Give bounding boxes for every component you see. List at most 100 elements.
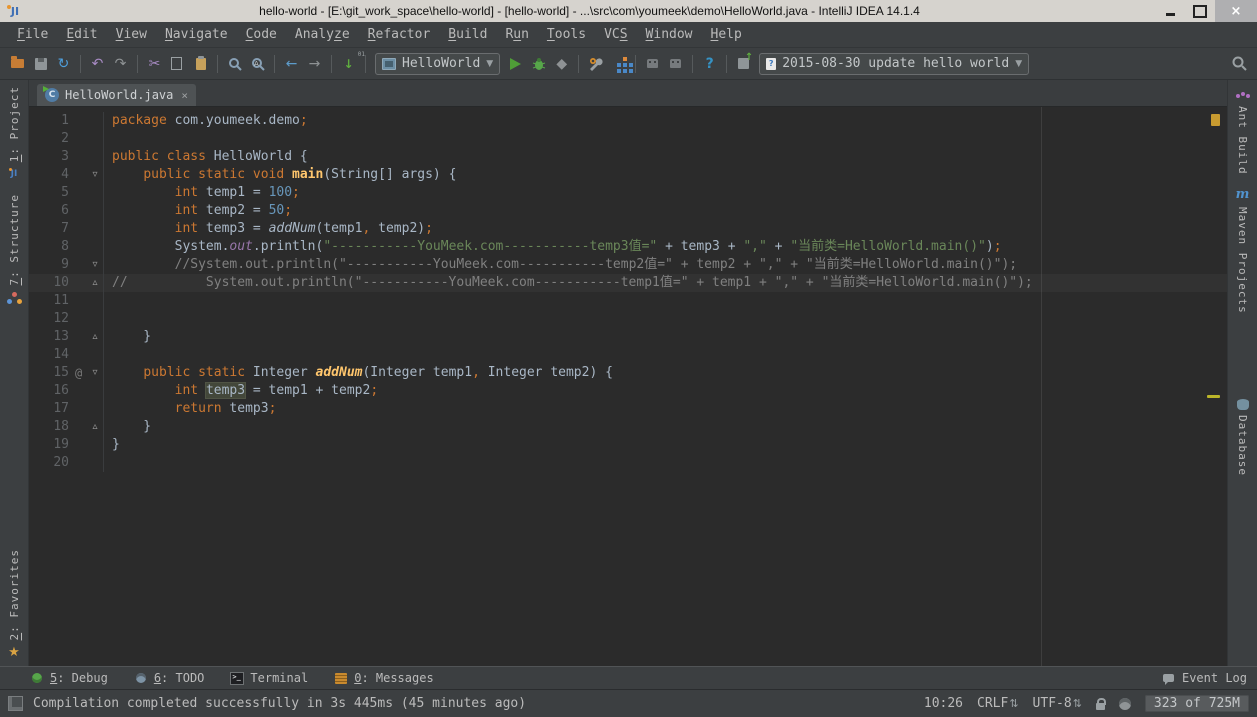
code-text[interactable]: return temp3; <box>104 400 276 418</box>
code-text[interactable] <box>104 454 112 472</box>
cut-icon[interactable]: ✂ <box>145 55 164 73</box>
commit-push-icon[interactable] <box>734 55 753 73</box>
menu-vcs[interactable]: VCS <box>595 25 636 44</box>
android-sdk-icon[interactable] <box>643 55 662 73</box>
code-text[interactable] <box>104 310 112 328</box>
replace-icon[interactable]: A <box>248 55 267 73</box>
forward-icon[interactable]: → <box>305 55 324 73</box>
code-text[interactable]: //System.out.println("-----------YouMeek… <box>104 256 1017 274</box>
undo-icon[interactable]: ↶ <box>88 55 107 73</box>
paste-icon[interactable] <box>191 55 210 73</box>
toolwindow-button-database[interactable]: Database <box>1235 389 1251 482</box>
numbered-list-icon[interactable]: ↓ <box>339 55 358 73</box>
code-text[interactable]: int temp3 = addNum(temp1, temp2); <box>104 220 433 238</box>
open-icon[interactable] <box>8 55 27 73</box>
maximize-button[interactable] <box>1185 2 1215 20</box>
menu-tools[interactable]: Tools <box>538 25 595 44</box>
fold-marker-icon[interactable]: ▿ <box>87 256 104 274</box>
stripe-warning-mark[interactable] <box>1211 114 1220 126</box>
code-text[interactable]: package com.youmeek.demo; <box>104 112 308 130</box>
fold-marker-icon[interactable]: ▿ <box>87 166 104 184</box>
close-button[interactable]: × <box>1215 0 1257 22</box>
code-text[interactable] <box>104 130 112 148</box>
code-text[interactable]: int temp1 = 100; <box>104 184 300 202</box>
toolwindow-button-7-structure[interactable]: 7: Structure <box>6 188 22 311</box>
save-all-icon[interactable] <box>31 55 50 73</box>
vcs-changelist-select[interactable]: ? 2015-08-30 update hello world ▼ <box>759 53 1029 75</box>
lock-icon[interactable] <box>1096 703 1105 710</box>
tab-close-icon[interactable]: × <box>181 89 188 102</box>
code-text[interactable] <box>104 346 112 364</box>
android-device-monitor-icon[interactable] <box>666 55 685 73</box>
fold-marker-icon[interactable]: ▵ <box>87 418 104 436</box>
minimize-button[interactable] <box>1155 2 1185 20</box>
title-bar: JI hello-world - [E:\git_work_space\hell… <box>0 0 1257 22</box>
run-icon[interactable] <box>506 55 525 73</box>
menu-run[interactable]: Run <box>496 25 537 44</box>
memory-indicator[interactable]: 323 of 725M <box>1145 695 1249 712</box>
toolwindow-button-ant-build[interactable]: Ant Build <box>1235 80 1251 181</box>
fold-marker-icon[interactable]: ▵ <box>87 274 104 292</box>
editor-surface[interactable]: 1package com.youmeek.demo;23public class… <box>29 107 1227 666</box>
gutter-annotation <box>75 274 87 292</box>
run-configuration-select[interactable]: HelloWorld ▼ <box>375 53 500 75</box>
code-text[interactable]: // System.out.println("-----------YouMee… <box>104 274 1033 292</box>
help-icon[interactable]: ? <box>700 55 719 73</box>
menu-edit[interactable]: Edit <box>57 25 106 44</box>
toolwindow-button-event-log[interactable]: Event Log <box>1162 671 1247 685</box>
settings-icon[interactable] <box>586 55 605 73</box>
code-text[interactable]: int temp2 = 50; <box>104 202 292 220</box>
toolwindow-label: Database <box>1236 415 1249 476</box>
code-text[interactable]: System.out.println("-----------YouMeek.c… <box>104 238 1002 256</box>
back-icon[interactable]: ← <box>282 55 301 73</box>
toolwindow-button-2-favorites[interactable]: 2: Favorites★ <box>6 543 22 666</box>
menu-window[interactable]: Window <box>637 25 702 44</box>
toolwindow-switcher-icon[interactable] <box>8 696 23 711</box>
menu-code[interactable]: Code <box>237 25 286 44</box>
code-text[interactable]: } <box>104 328 151 346</box>
debug-icon[interactable] <box>529 55 548 73</box>
redo-icon[interactable]: ↷ <box>111 55 130 73</box>
find-icon[interactable] <box>225 55 244 73</box>
synchronize-icon[interactable]: ↻ <box>54 55 73 73</box>
toolwindow-button-maven-projects[interactable]: mMaven Projects <box>1235 181 1251 320</box>
caret-position-widget[interactable]: 10:26 <box>924 696 963 711</box>
tab-helloworld-java[interactable]: C HelloWorld.java × <box>37 84 196 106</box>
code-text[interactable]: } <box>104 418 151 436</box>
toolwindow-button-terminal[interactable]: >_ Terminal <box>230 671 308 685</box>
code-text[interactable]: public static void main(String[] args) { <box>104 166 456 184</box>
code-text[interactable]: public class HelloWorld { <box>104 148 308 166</box>
code-text[interactable]: } <box>104 436 120 454</box>
menu-view[interactable]: View <box>107 25 156 44</box>
fold-marker-icon[interactable]: ▵ <box>87 328 104 346</box>
copy-icon[interactable] <box>168 55 187 73</box>
database-icon <box>1235 395 1251 411</box>
menu-file[interactable]: File <box>8 25 57 44</box>
project-structure-icon[interactable] <box>609 55 628 73</box>
menu-help[interactable]: Help <box>702 25 751 44</box>
changelist-doc-icon: ? <box>766 58 776 70</box>
menu-refactor[interactable]: Refactor <box>359 25 440 44</box>
toolwindow-button-5-debug[interactable]: 5: Debug <box>30 671 108 685</box>
terminal-icon: >_ <box>230 672 244 685</box>
menu-navigate[interactable]: Navigate <box>156 25 237 44</box>
line-number: 15 <box>29 364 75 382</box>
code-text[interactable]: public static Integer addNum(Integer tem… <box>104 364 613 382</box>
code-text[interactable]: int temp3 = temp1 + temp2; <box>104 382 378 400</box>
search-everywhere-icon[interactable] <box>1230 55 1249 73</box>
menu-analyze[interactable]: Analyze <box>286 25 359 44</box>
fold-marker-icon[interactable]: ▿ <box>87 364 104 382</box>
encoding-widget[interactable]: UTF-8⇅ <box>1033 696 1082 711</box>
stripe-warning-mark[interactable] <box>1207 395 1220 398</box>
line-number: 16 <box>29 382 75 400</box>
hector-inspector-icon[interactable] <box>1119 698 1131 710</box>
menu-build[interactable]: Build <box>439 25 496 44</box>
toolwindow-label: Terminal <box>250 671 308 685</box>
toolwindow-button-0-messages[interactable]: 0: Messages <box>334 671 433 685</box>
coverage-icon[interactable]: ◆ <box>552 55 571 73</box>
code-text[interactable] <box>104 292 112 310</box>
line-ending-widget[interactable]: CRLF⇅ <box>977 696 1019 711</box>
toolwindow-button-1-project[interactable]: 1: ProjectJI <box>6 80 22 188</box>
toolwindow-button-6-todo[interactable]: 6: TODO <box>134 671 205 685</box>
toolwindow-label: Event Log <box>1182 671 1247 685</box>
